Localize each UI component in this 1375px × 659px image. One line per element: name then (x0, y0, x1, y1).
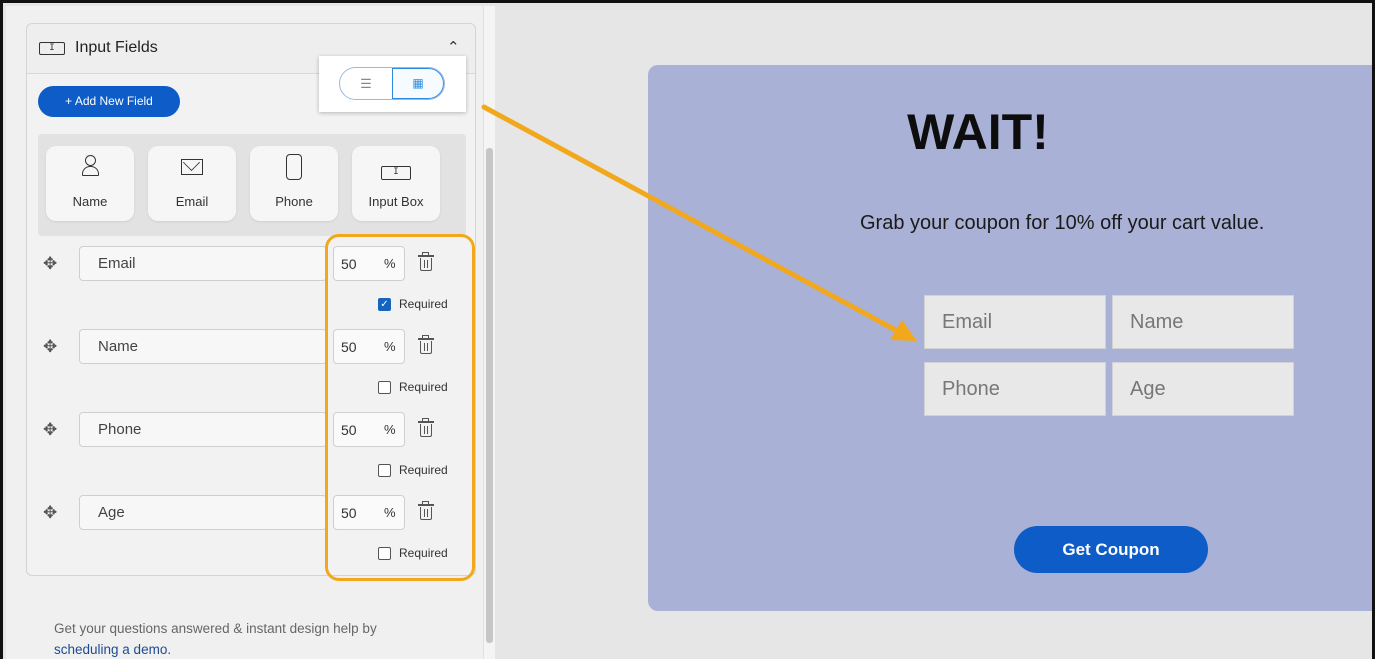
popup-headline: WAIT! (907, 104, 1049, 160)
input-box-icon: I (381, 166, 411, 180)
field-type-label: Email (175, 194, 209, 209)
popup-preview: WAIT! Grab your coupon for 10% off your … (648, 65, 1372, 611)
help-message: Get your questions answered & instant de… (54, 621, 377, 636)
field-name-input[interactable]: Email (79, 246, 327, 281)
drag-handle-icon[interactable]: ✥ (43, 337, 57, 357)
preview-name-field[interactable]: Name (1112, 295, 1294, 349)
list-view-icon[interactable]: ☰ (340, 68, 392, 99)
field-type-label: Input Box (368, 194, 424, 209)
field-type-name[interactable]: Name (46, 146, 134, 221)
person-icon (81, 154, 99, 176)
phone-icon (286, 154, 302, 180)
field-name-input[interactable]: Name (79, 329, 327, 364)
drag-handle-icon[interactable]: ✥ (43, 420, 57, 440)
field-name-input[interactable]: Phone (79, 412, 327, 447)
preview-email-field[interactable]: Email (924, 295, 1106, 349)
drag-handle-icon[interactable]: ✥ (43, 503, 57, 523)
get-coupon-button[interactable]: Get Coupon (1014, 526, 1208, 573)
field-name-input[interactable]: Age (79, 495, 327, 530)
preview-age-field[interactable]: Age (1112, 362, 1294, 416)
view-toggle-callout: ☰ ▦ (319, 56, 466, 112)
field-type-palette: Name Email Phone I Input Box (38, 134, 466, 236)
annotation-highlight-box (325, 234, 475, 581)
field-type-label: Phone (275, 194, 313, 209)
mail-icon (181, 159, 203, 175)
add-new-field-button[interactable]: + Add New Field (38, 86, 180, 117)
field-type-email[interactable]: Email (148, 146, 236, 221)
section-title: Input Fields (75, 39, 158, 56)
preview-phone-field[interactable]: Phone (924, 362, 1106, 416)
popup-subtext: Grab your coupon for 10% off your cart v… (860, 212, 1265, 234)
field-type-input-box[interactable]: I Input Box (352, 146, 440, 221)
chevron-up-icon[interactable]: ⌃ (447, 38, 460, 56)
view-toggle: ☰ ▦ (339, 67, 445, 100)
input-box-icon: I (39, 42, 65, 55)
schedule-demo-link[interactable]: scheduling a demo. (54, 642, 171, 657)
scrollbar-thumb[interactable] (486, 148, 493, 643)
drag-handle-icon[interactable]: ✥ (43, 254, 57, 274)
help-text: Get your questions answered & instant de… (54, 618, 454, 659)
field-type-phone[interactable]: Phone (250, 146, 338, 221)
field-type-label: Name (72, 194, 108, 209)
app-frame: I Input Fields ⌃ + Add New Field Name Em… (0, 0, 1375, 659)
settings-panel: I Input Fields ⌃ + Add New Field Name Em… (6, 6, 486, 659)
grid-view-icon[interactable]: ▦ (392, 68, 444, 99)
